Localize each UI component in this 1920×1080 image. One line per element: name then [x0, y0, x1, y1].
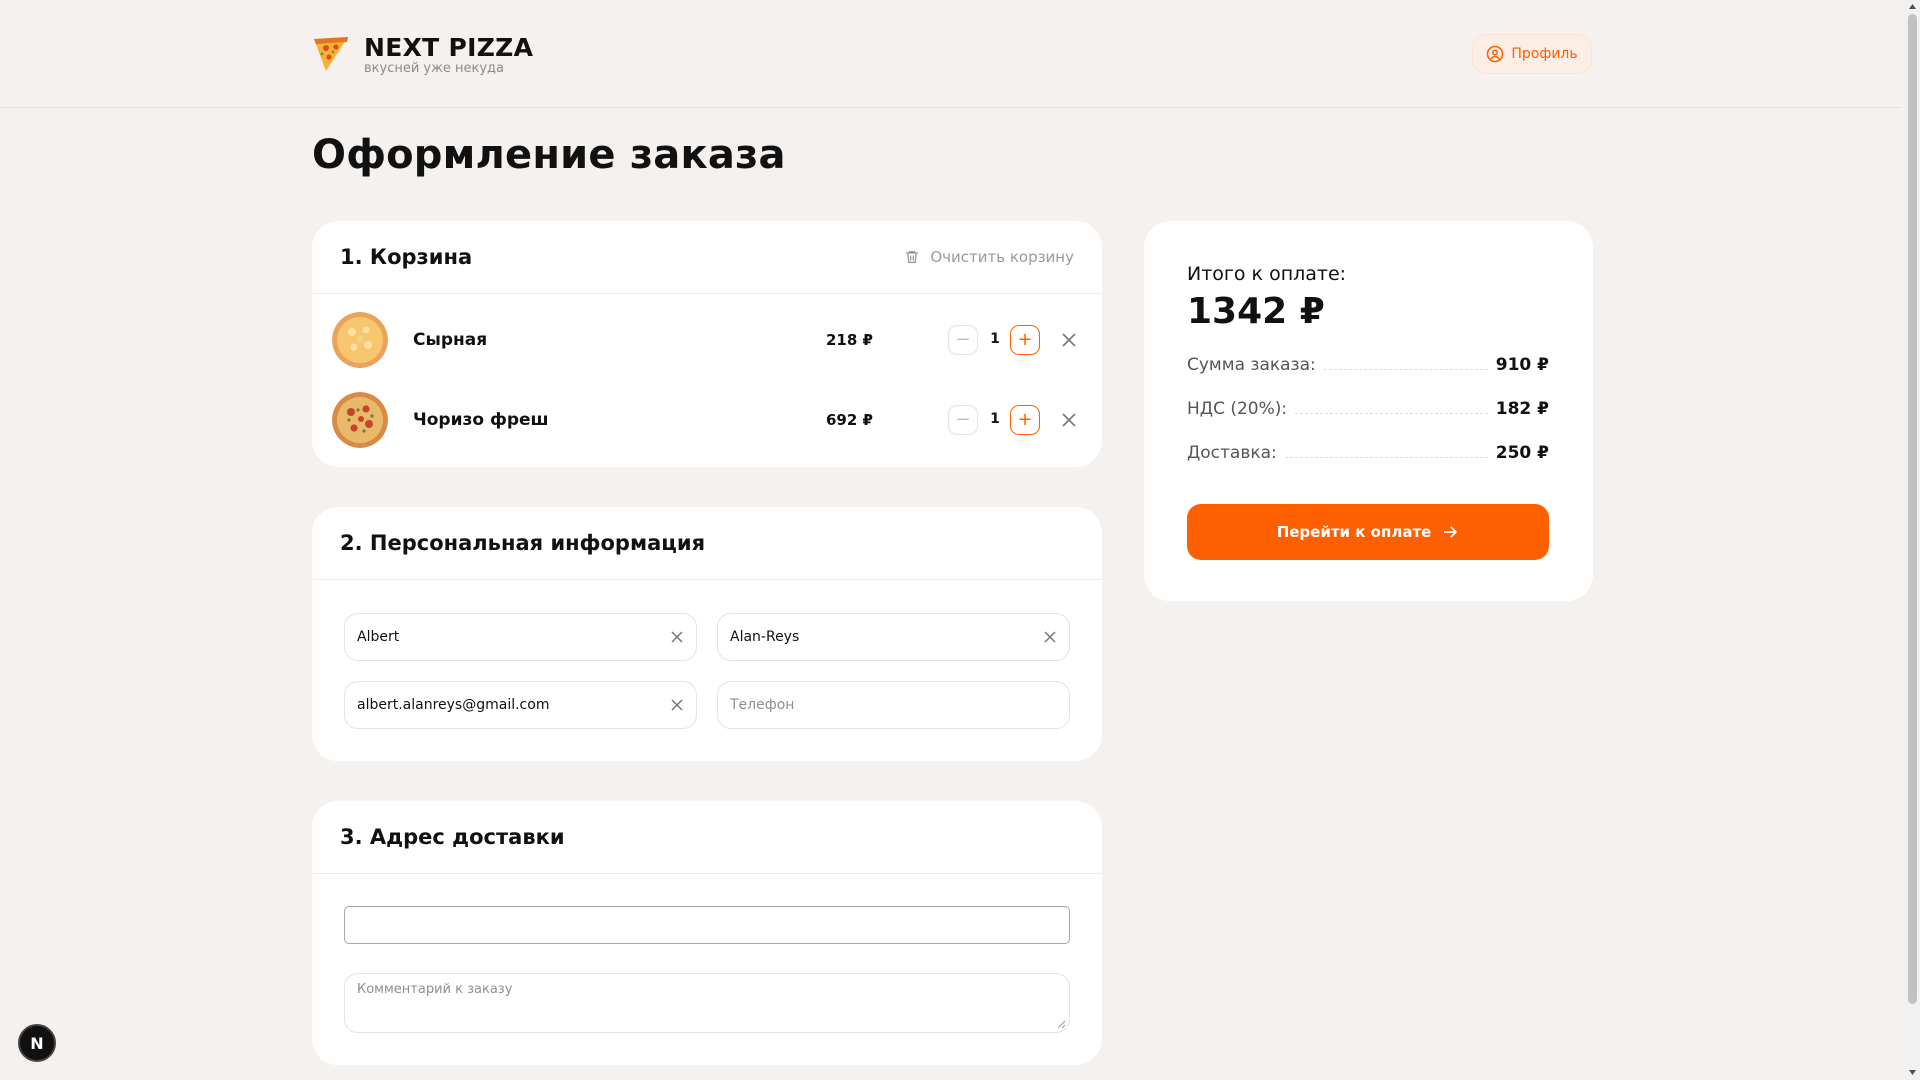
cart-item: Сырная 218 ₽ − 1 + [312, 312, 1102, 372]
last-name-field[interactable] [717, 613, 1070, 661]
plus-icon: + [1017, 409, 1033, 430]
clear-input-close-icon[interactable] [670, 630, 684, 644]
order-comment-textarea[interactable]: Комментарий к заказу [344, 973, 1070, 1033]
summary-row: НДС (20%): 182 ₽ [1187, 395, 1549, 419]
logo-title: NEXT PIZZA [364, 33, 534, 62]
profile-button[interactable]: Профиль [1472, 34, 1592, 74]
scrollbar-thumb[interactable] [1908, 14, 1917, 1004]
resize-grip-icon[interactable] [1057, 1020, 1066, 1029]
dotted-leader [1323, 369, 1488, 370]
trash-icon [906, 251, 919, 263]
pizza-logo-icon [314, 37, 348, 71]
cart-item-name: Сырная [413, 330, 488, 350]
summary-row-value: 910 ₽ [1495, 355, 1549, 375]
order-summary-card: Итого к оплате: 1342 ₽ Сумма заказа: 910… [1144, 221, 1593, 601]
personal-info-title: 2. Персональная информация [340, 531, 706, 555]
summary-row-value: 182 ₽ [1495, 399, 1549, 419]
logo[interactable]: NEXT PIZZA вкусней уже некуда [312, 33, 533, 76]
cart-title: 1. Корзина [340, 245, 473, 269]
quantity-decrease-button[interactable]: − [948, 405, 978, 435]
nextjs-dev-badge[interactable]: N [18, 1024, 56, 1062]
quantity-value: 1 [990, 331, 1000, 347]
scroll-down-arrow-icon[interactable] [1908, 1068, 1917, 1077]
proceed-to-payment-button[interactable]: Перейти к оплате [1187, 504, 1549, 560]
clear-input-close-icon[interactable] [670, 698, 684, 712]
total-value: 1342 ₽ [1187, 291, 1325, 332]
order-comment-placeholder: Комментарий к заказу [357, 982, 513, 997]
arrow-right-icon [1444, 526, 1458, 538]
cart-item-name: Чоризо фреш [413, 410, 549, 430]
quantity-value: 1 [990, 411, 1000, 427]
site-header: NEXT PIZZA вкусней уже некуда Профиль [0, 0, 1901, 108]
first-name-input[interactable] [357, 629, 670, 645]
total-label: Итого к оплате: [1187, 263, 1347, 285]
delivery-address-title: 3. Адрес доставки [340, 825, 565, 849]
email-field[interactable] [344, 681, 697, 729]
scrollbar[interactable] [1905, 0, 1920, 1080]
cart-item: Чоризо фреш 692 ₽ − 1 + [312, 392, 1102, 452]
dotted-leader [1295, 413, 1488, 414]
user-circle-icon [1487, 45, 1504, 63]
clear-input-close-icon[interactable] [1043, 630, 1057, 644]
quantity-increase-button[interactable]: + [1010, 325, 1040, 355]
profile-label: Профиль [1511, 46, 1578, 62]
summary-row: Доставка: 250 ₽ [1187, 439, 1549, 463]
proceed-to-payment-label: Перейти к оплате [1276, 523, 1432, 541]
delivery-address-card: 3. Адрес доставки Комментарий к заказу [312, 801, 1102, 1065]
clear-cart-button[interactable]: Очистить корзину [904, 248, 1074, 266]
scroll-up-arrow-icon[interactable] [1908, 2, 1917, 11]
last-name-input[interactable] [730, 629, 1043, 645]
minus-icon: − [955, 409, 971, 430]
cart-item-price: 218 ₽ [826, 331, 873, 349]
quantity-increase-button[interactable]: + [1010, 405, 1040, 435]
pizza-cheese-image [332, 312, 388, 368]
summary-row-label: НДС (20%): [1187, 399, 1288, 419]
summary-row-label: Сумма заказа: [1187, 355, 1316, 375]
cart-card: 1. Корзина Очистить корзину Сырная 218 ₽… [312, 221, 1102, 467]
summary-row-label: Доставка: [1187, 443, 1277, 463]
quantity-decrease-button[interactable]: − [948, 325, 978, 355]
cart-item-price: 692 ₽ [826, 411, 873, 429]
remove-item-close-icon[interactable] [1061, 412, 1077, 428]
personal-info-card: 2. Персональная информация [312, 507, 1102, 761]
nextjs-badge-letter: N [30, 1033, 44, 1053]
first-name-field[interactable] [344, 613, 697, 661]
clear-cart-label: Очистить корзину [930, 248, 1074, 266]
remove-item-close-icon[interactable] [1061, 332, 1077, 348]
logo-subtitle: вкусней уже некуда [364, 61, 504, 76]
pizza-chorizo-image [332, 392, 388, 448]
dotted-leader [1284, 457, 1488, 458]
page-title: Оформление заказа [312, 132, 786, 178]
address-input[interactable] [344, 906, 1070, 944]
phone-input[interactable] [730, 697, 1057, 713]
summary-row: Сумма заказа: 910 ₽ [1187, 351, 1549, 375]
minus-icon: − [955, 329, 971, 350]
plus-icon: + [1017, 329, 1033, 350]
summary-row-value: 250 ₽ [1495, 443, 1549, 463]
email-input[interactable] [357, 697, 670, 713]
phone-field[interactable] [717, 681, 1070, 729]
